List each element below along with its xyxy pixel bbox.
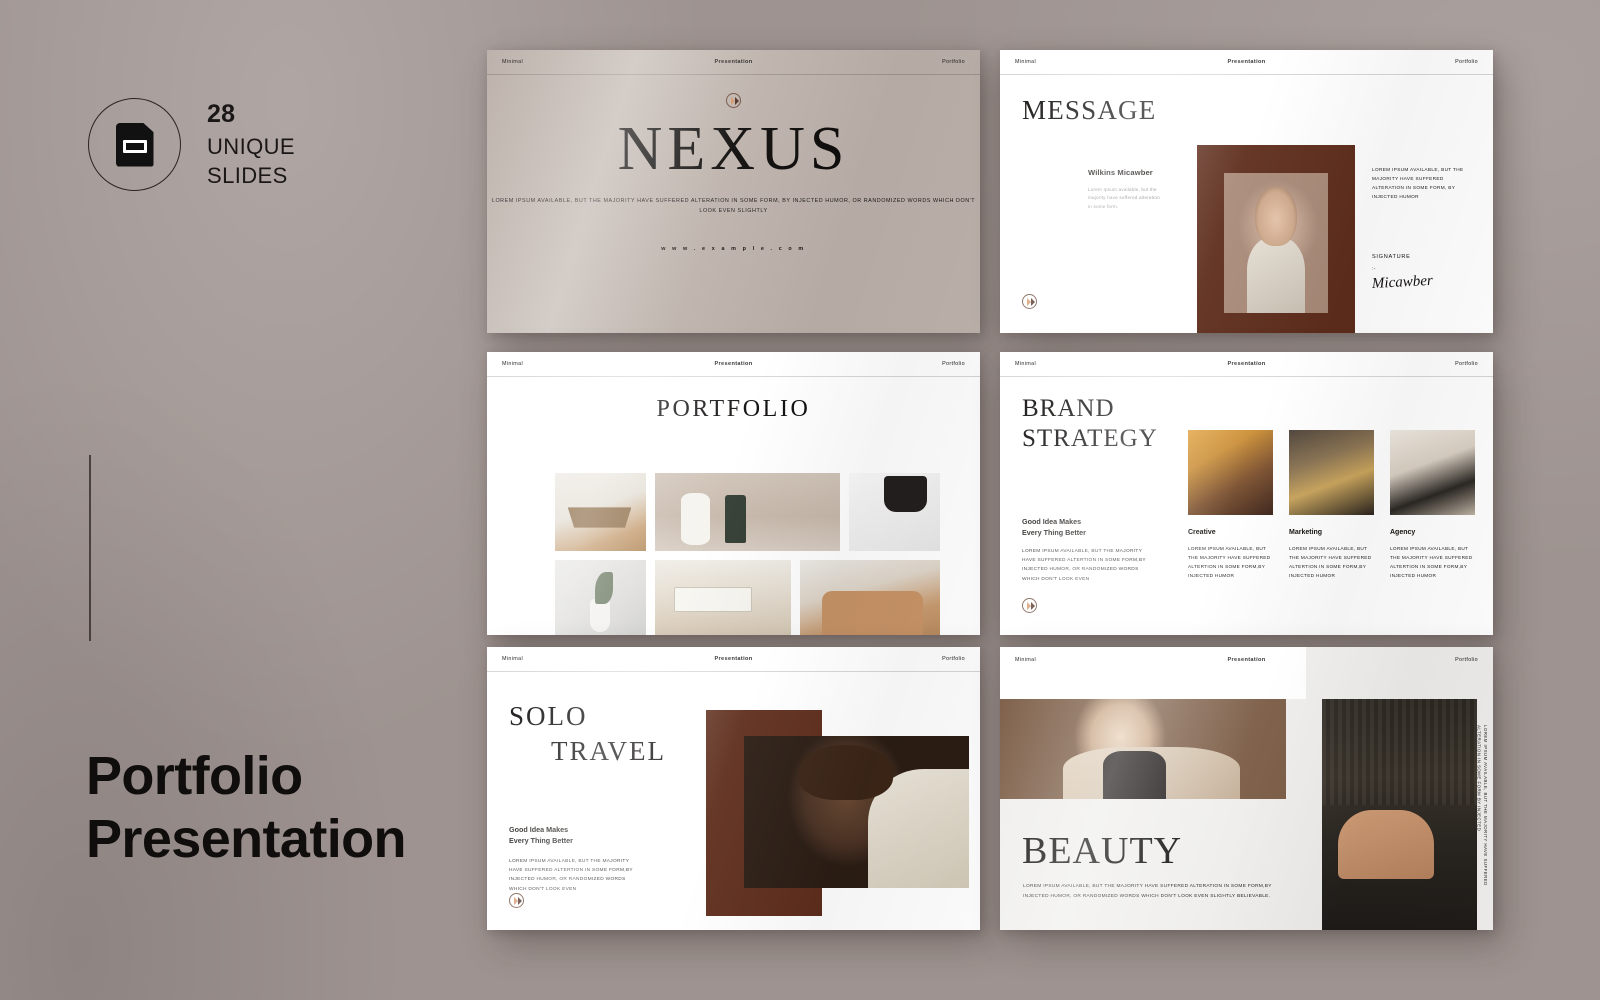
column-body: LOREM IPSUM AVAILABLE, BUT THE MAJORITY … xyxy=(1188,546,1271,579)
brand-logo-icon xyxy=(726,93,741,108)
slide-subtitle: LOREM IPSUM AVAILABLE, BUT THE MAJORITY … xyxy=(491,198,976,214)
slide-title: BEAUTY xyxy=(1022,830,1183,872)
slide-header: Minimal Presentation Portfolio xyxy=(487,647,980,672)
slide-thumbnail-message[interactable]: Minimal Presentation Portfolio MESSAGE W… xyxy=(1000,50,1493,333)
grid-row xyxy=(555,560,940,635)
slide-title: MESSAGE xyxy=(1022,95,1157,125)
slide-title: NEXUS xyxy=(617,115,850,183)
page-title: Portfolio Presentation xyxy=(86,745,406,870)
lead-heading: Good Idea Makes Every Thing Better xyxy=(509,825,641,847)
slide-title: SOLO TRAVEL xyxy=(509,699,666,768)
vertical-side-text: LOREM IPSUM AVAILABLE, BUT THE MAJORITY … xyxy=(1476,725,1488,886)
slide-header: Minimal Presentation Portfolio xyxy=(1000,647,1493,672)
slide-header-center: Presentation xyxy=(1227,59,1266,65)
website-url: w w w . e x a m p l e . c o m xyxy=(661,246,806,252)
slide-body-text: LOREM IPSUM AVAILABLE, BUT THE MAJORITY … xyxy=(1023,884,1272,899)
strategy-column: Agency LOREM IPSUM AVAILABLE, BUT THE MA… xyxy=(1390,430,1475,581)
column-image xyxy=(1188,430,1273,515)
portfolio-image xyxy=(655,473,840,551)
vertical-divider-line xyxy=(89,455,91,641)
column-title: Agency xyxy=(1390,529,1416,536)
page-title-line-1: Portfolio xyxy=(86,746,303,806)
slide-title: PORTFOLIO xyxy=(656,396,811,422)
brand-logo-icon xyxy=(509,893,524,908)
brand-logo-icon xyxy=(1022,598,1037,613)
strategy-column: Creative LOREM IPSUM AVAILABLE, BUT THE … xyxy=(1188,430,1273,581)
slide-header-center: Presentation xyxy=(1227,656,1266,663)
lead-body: LOREM IPSUM AVAILABLE, BUT THE MAJORITY … xyxy=(1022,548,1146,582)
signature-label: SIGNATURE xyxy=(1372,253,1411,260)
portfolio-image xyxy=(555,473,646,551)
column-title: Marketing xyxy=(1289,529,1323,536)
slide-thumbnail-portfolio[interactable]: Minimal Presentation Portfolio PORTFOLIO xyxy=(487,352,980,635)
column-body: LOREM IPSUM AVAILABLE, BUT THE MAJORITY … xyxy=(1289,546,1372,579)
unique-slides-badge: 28 UNIQUE SLIDES xyxy=(88,98,295,191)
lead-heading-line-2: Every Thing Better xyxy=(1022,527,1086,537)
grid-row xyxy=(555,473,940,551)
portfolio-image xyxy=(800,560,940,635)
slide-title-line-1: SOLO xyxy=(509,701,588,731)
slide-header-center: Presentation xyxy=(714,656,753,662)
lead-text-block: Good Idea Makes Every Thing Better LOREM… xyxy=(1022,517,1152,584)
column-image xyxy=(1289,430,1374,515)
slide-body: NEXUS LOREM IPSUM AVAILABLE, BUT THE MAJ… xyxy=(487,75,980,333)
portfolio-image-grid xyxy=(555,473,940,635)
slide-thumbnail-brand-strategy[interactable]: Minimal Presentation Portfolio BRAND STR… xyxy=(1000,352,1493,635)
signature-name: Micawber xyxy=(1371,272,1434,292)
badge-text-block: 28 UNIQUE SLIDES xyxy=(207,98,295,190)
slide-header: Minimal Presentation Portfolio xyxy=(487,352,980,377)
lead-heading-line-2: Every Thing Better xyxy=(509,835,573,845)
beauty-photo-right xyxy=(1322,699,1477,930)
photo-frame xyxy=(1197,145,1355,333)
person-name: Wilkins Micawber xyxy=(1088,168,1153,177)
column-body: LOREM IPSUM AVAILABLE, BUT THE MAJORITY … xyxy=(1390,546,1473,579)
right-column: LOREM IPSUM AVAILABLE, BUT THE MAJORITY … xyxy=(1372,165,1470,293)
lead-heading-line-1: Good Idea Makes xyxy=(509,825,569,834)
portfolio-image xyxy=(849,473,940,551)
lead-body: LOREM IPSUM AVAILABLE, BUT THE MAJORITY … xyxy=(509,858,633,892)
column-image xyxy=(1390,430,1475,515)
slide-title-line-2: STRATEGY xyxy=(1022,424,1158,452)
column-title: Creative xyxy=(1188,529,1216,536)
strategy-column: Marketing LOREM IPSUM AVAILABLE, BUT THE… xyxy=(1289,430,1374,581)
portfolio-image xyxy=(555,560,646,635)
slide-title-line-1: BRAND xyxy=(1022,395,1115,422)
person-block: Wilkins Micawber Lorem Ipsum available, … xyxy=(1088,168,1164,211)
slide-header-center: Presentation xyxy=(714,59,753,65)
slide-thumbnail-solo-travel[interactable]: Minimal Presentation Portfolio SOLO TRAV… xyxy=(487,647,980,930)
page-title-line-2: Presentation xyxy=(86,808,406,869)
slide-thumbnail-beauty[interactable]: Minimal Presentation Portfolio BEAUTY LO… xyxy=(1000,647,1493,930)
slide-header: Minimal Presentation Portfolio xyxy=(1000,50,1493,75)
slide-title: BRAND STRATEGY xyxy=(1022,394,1158,453)
strategy-columns: Creative LOREM IPSUM AVAILABLE, BUT THE … xyxy=(1188,430,1475,581)
right-body-text: LOREM IPSUM AVAILABLE, BUT THE MAJORITY … xyxy=(1372,167,1464,200)
slide-count: 28 xyxy=(207,100,236,129)
person-description: Lorem Ipsum available, but the majority … xyxy=(1088,187,1160,209)
beauty-photo-left xyxy=(1000,699,1286,799)
slide-header-center: Presentation xyxy=(1227,361,1266,367)
travel-photo xyxy=(744,736,969,888)
slide-title-line-2: TRAVEL xyxy=(551,735,667,766)
portrait-photo xyxy=(1224,173,1328,313)
slide-header: Minimal Presentation Portfolio xyxy=(1000,352,1493,377)
lead-heading-line-1: Good Idea Makes xyxy=(1022,517,1082,526)
slide-thumbnail-nexus[interactable]: Minimal Presentation Portfolio NEXUS LOR… xyxy=(487,50,980,333)
slide-document-icon xyxy=(115,122,154,167)
portfolio-image xyxy=(655,560,791,635)
lead-text-block: Good Idea Makes Every Thing Better LOREM… xyxy=(509,825,641,894)
slide-header-center: Presentation xyxy=(714,361,753,367)
slide-header: Minimal Presentation Portfolio xyxy=(487,50,980,75)
lead-heading: Good Idea Makes Every Thing Better xyxy=(1022,517,1152,539)
badge-line-2: SLIDES xyxy=(207,163,288,189)
badge-line-1: UNIQUE xyxy=(207,133,295,159)
badge-circle xyxy=(88,98,181,191)
brand-logo-icon xyxy=(1022,294,1037,309)
